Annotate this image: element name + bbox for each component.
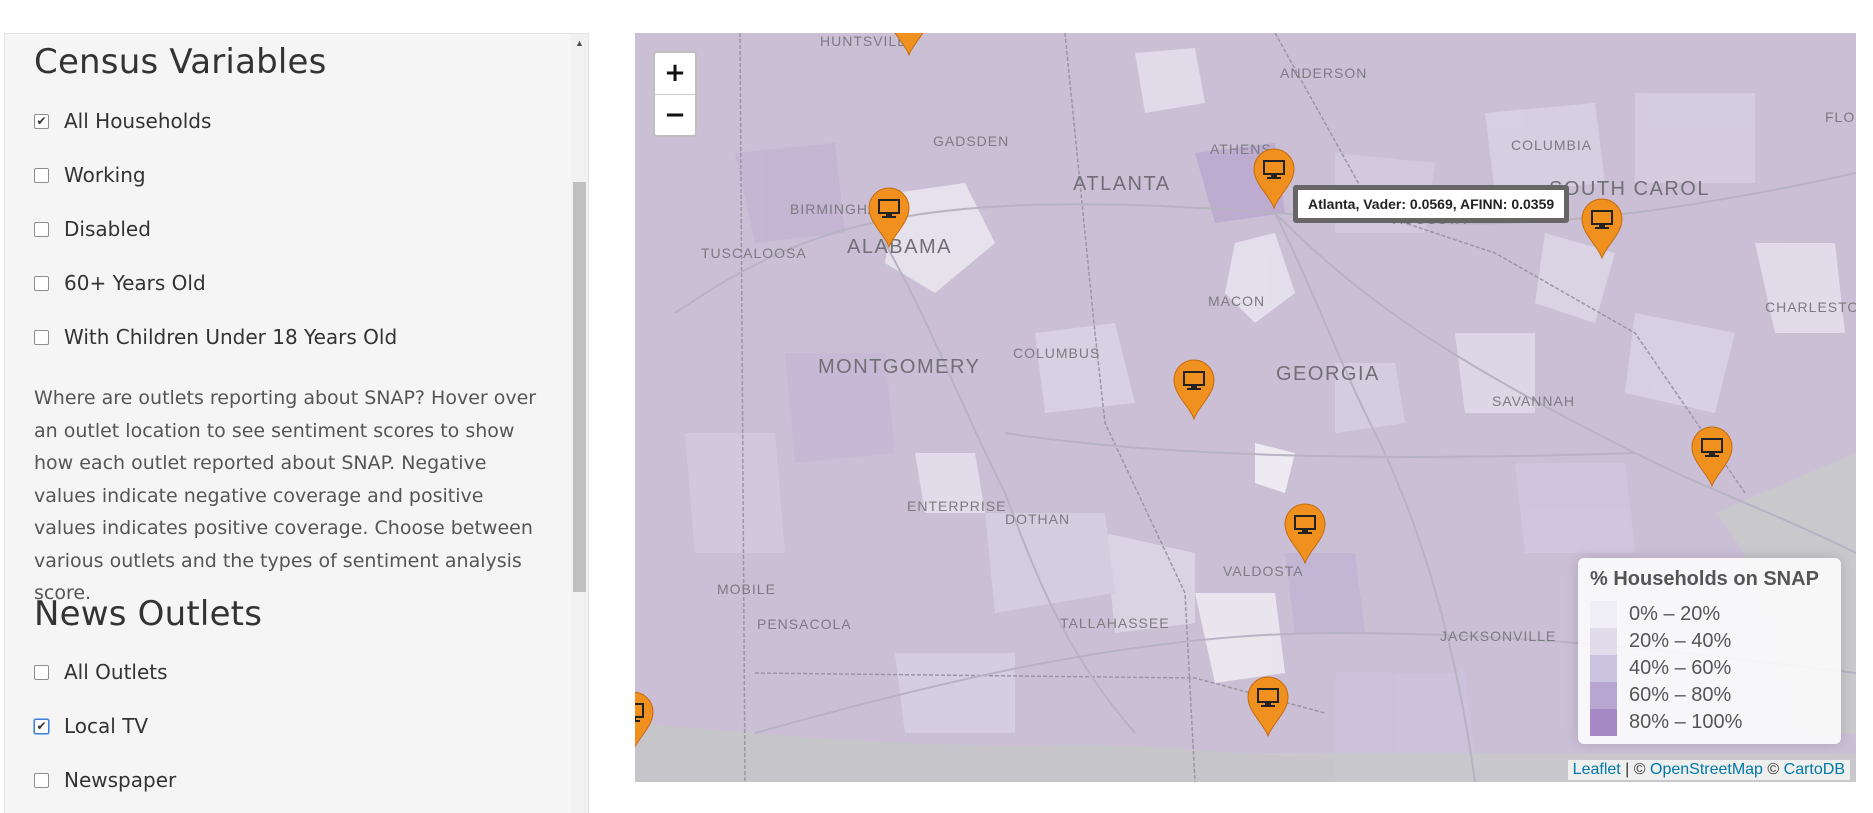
city-label: VALDOSTA [1223,563,1304,579]
tv-outlet-marker[interactable] [1580,198,1624,260]
checkbox-label: 60+ Years Old [64,271,206,295]
checkbox-label: Newspaper [64,768,177,792]
checkbox-all-households[interactable]: ✔ All Households [34,107,211,135]
legend-title: % Households on SNAP [1590,568,1819,590]
checkbox-disabled[interactable]: Disabled [34,215,151,243]
checkbox-60-plus[interactable]: 60+ Years Old [34,269,206,297]
tv-monitor-icon [868,187,910,249]
scroll-up-arrow-icon[interactable]: ▲ [572,36,587,51]
legend-label: 20% – 40% [1629,630,1732,652]
checkbox-icon[interactable] [34,221,49,237]
tv-monitor-icon [1284,503,1326,565]
city-label: GEORGIA [1276,363,1380,385]
city-label: MONTGOMERY [818,356,981,378]
cartodb-link[interactable]: CartoDB [1784,761,1845,778]
checkbox-working[interactable]: Working [34,161,146,189]
tv-monitor-icon [894,33,924,57]
legend-item: 20% – 40% [1590,628,1731,655]
tv-outlet-marker[interactable] [1690,426,1734,488]
checkbox-label: With Children Under 18 Years Old [64,325,398,349]
sidebar-panel: Census Variables ✔ All Households Workin… [4,33,589,813]
tv-outlet-marker[interactable] [867,187,911,249]
legend-item: 40% – 60% [1590,655,1731,682]
city-label: MACON [1208,293,1266,309]
tv-monitor-icon [1691,426,1733,488]
checkbox-icon[interactable] [34,664,49,680]
city-label: ATLANTA [1073,173,1171,195]
legend-label: 40% – 60% [1629,657,1732,679]
city-label: DOTHAN [1005,511,1071,527]
checkbox-label: Disabled [64,217,151,241]
checkbox-label: Working [64,163,146,187]
marker-tooltip: Atlanta, Vader: 0.0569, AFINN: 0.0359 [1293,185,1570,223]
map-legend: % Households on SNAP 0% – 20% 20% – 40% … [1578,558,1841,744]
map-attribution: Leaflet | © OpenStreetMap © CartoDB [1567,760,1850,780]
legend-item: 60% – 80% [1590,682,1731,709]
city-label: ANDERSON [1280,65,1368,81]
city-label: COLUMBIA [1511,137,1593,153]
checkbox-newspaper[interactable]: Newspaper [34,766,176,794]
legend-item: 80% – 100% [1590,709,1742,736]
checkbox-icon[interactable] [34,772,49,788]
city-label: SAVANNAH [1492,393,1575,409]
checkbox-children-under-18[interactable]: With Children Under 18 Years Old [34,323,397,351]
tv-outlet-marker-atlanta[interactable] [1252,148,1296,210]
checkbox-icon[interactable]: ✔ [34,718,49,734]
city-label: PENSACOLA [757,616,852,632]
tv-monitor-icon [1173,359,1215,421]
city-label: COLUMBUS [1013,345,1101,361]
sidebar-scrollbar-thumb[interactable] [573,182,586,592]
legend-swatch [1590,655,1617,682]
checkbox-icon[interactable] [34,167,49,183]
zoom-control: + − [653,51,697,137]
city-label: FLORI [1825,109,1856,125]
sidebar-description: Where are outlets reporting about SNAP? … [34,387,537,604]
zoom-out-button[interactable]: − [655,95,695,136]
tv-outlet-marker[interactable] [1283,503,1327,565]
census-variables-title: Census Variables [34,42,327,82]
tv-outlet-marker[interactable] [635,691,655,753]
checkbox-label: All Outlets [64,660,168,684]
city-label: CHARLESTO [1765,299,1856,315]
checkbox-icon[interactable] [34,275,49,291]
checkbox-label: Local TV [64,714,149,738]
tv-monitor-icon [1253,148,1295,210]
checkbox-label: All Households [64,109,212,133]
city-label: GADSDEN [933,133,1010,149]
leaflet-link[interactable]: Leaflet [1573,761,1621,778]
checkbox-all-outlets[interactable]: All Outlets [34,658,168,686]
city-label: SOUTH CAROL [1549,178,1710,200]
legend-label: 0% – 20% [1629,603,1721,625]
openstreetmap-link[interactable]: OpenStreetMap [1650,761,1763,778]
city-label: TALLAHASSEE [1060,615,1170,631]
legend-item: 0% – 20% [1590,601,1720,628]
attribution-separator: | © [1620,761,1650,778]
city-label: TUSCALOOSA [701,245,807,261]
legend-swatch [1590,682,1617,709]
zoom-in-button[interactable]: + [655,53,695,95]
tv-monitor-icon [635,691,654,748]
city-label: MOBILE [717,581,776,597]
tv-outlet-marker[interactable] [1172,359,1216,421]
legend-label: 60% – 80% [1629,684,1732,706]
news-outlets-title: News Outlets [34,594,263,634]
tv-outlet-marker[interactable] [887,33,931,57]
legend-swatch [1590,709,1617,736]
legend-swatch [1590,628,1617,655]
attribution-separator: © [1762,761,1784,778]
checkbox-icon[interactable]: ✔ [34,113,49,129]
checkbox-local-tv[interactable]: ✔ Local TV [34,712,148,740]
snap-map[interactable]: HUNTSVILLE ANDERSON GADSDEN ATHENS COLUM… [635,33,1856,782]
legend-swatch [1590,601,1617,628]
city-label: ENTERPRISE [907,498,1007,514]
legend-label: 80% – 100% [1629,711,1743,733]
tv-monitor-icon [1581,198,1623,260]
tv-outlet-marker[interactable] [1246,676,1290,738]
city-label: JACKSONVILLE [1440,628,1557,644]
checkbox-icon[interactable] [34,329,49,345]
tv-monitor-icon [1247,676,1289,738]
